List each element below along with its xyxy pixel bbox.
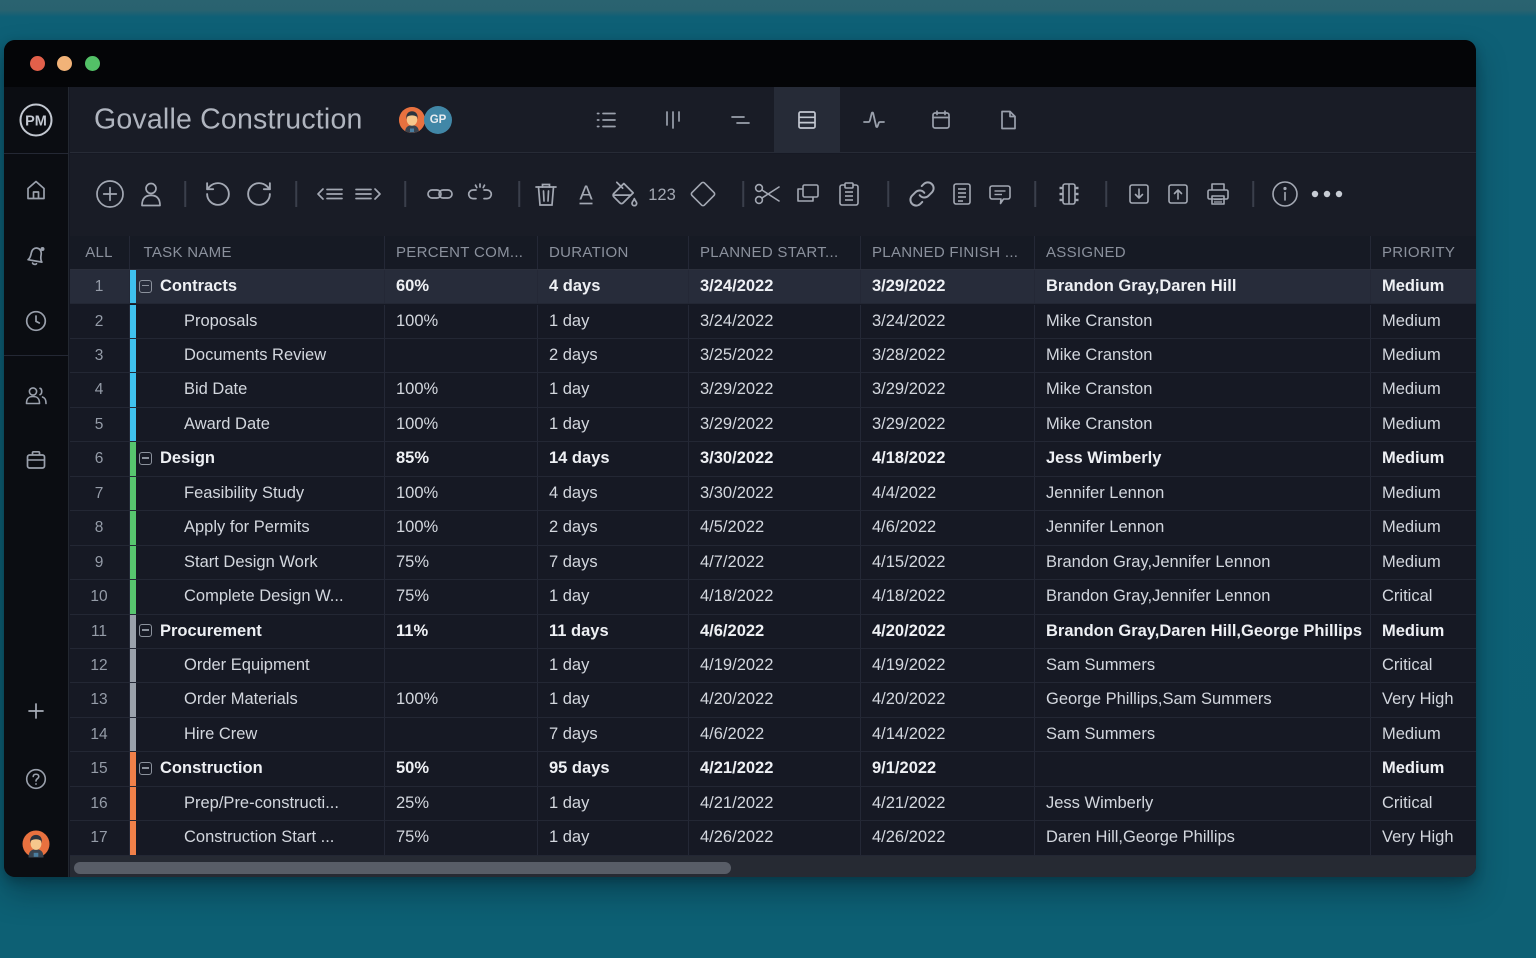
svg-text:A: A	[579, 183, 593, 205]
svg-text:123: 123	[648, 186, 676, 204]
svg-text:PM: PM	[25, 114, 47, 130]
